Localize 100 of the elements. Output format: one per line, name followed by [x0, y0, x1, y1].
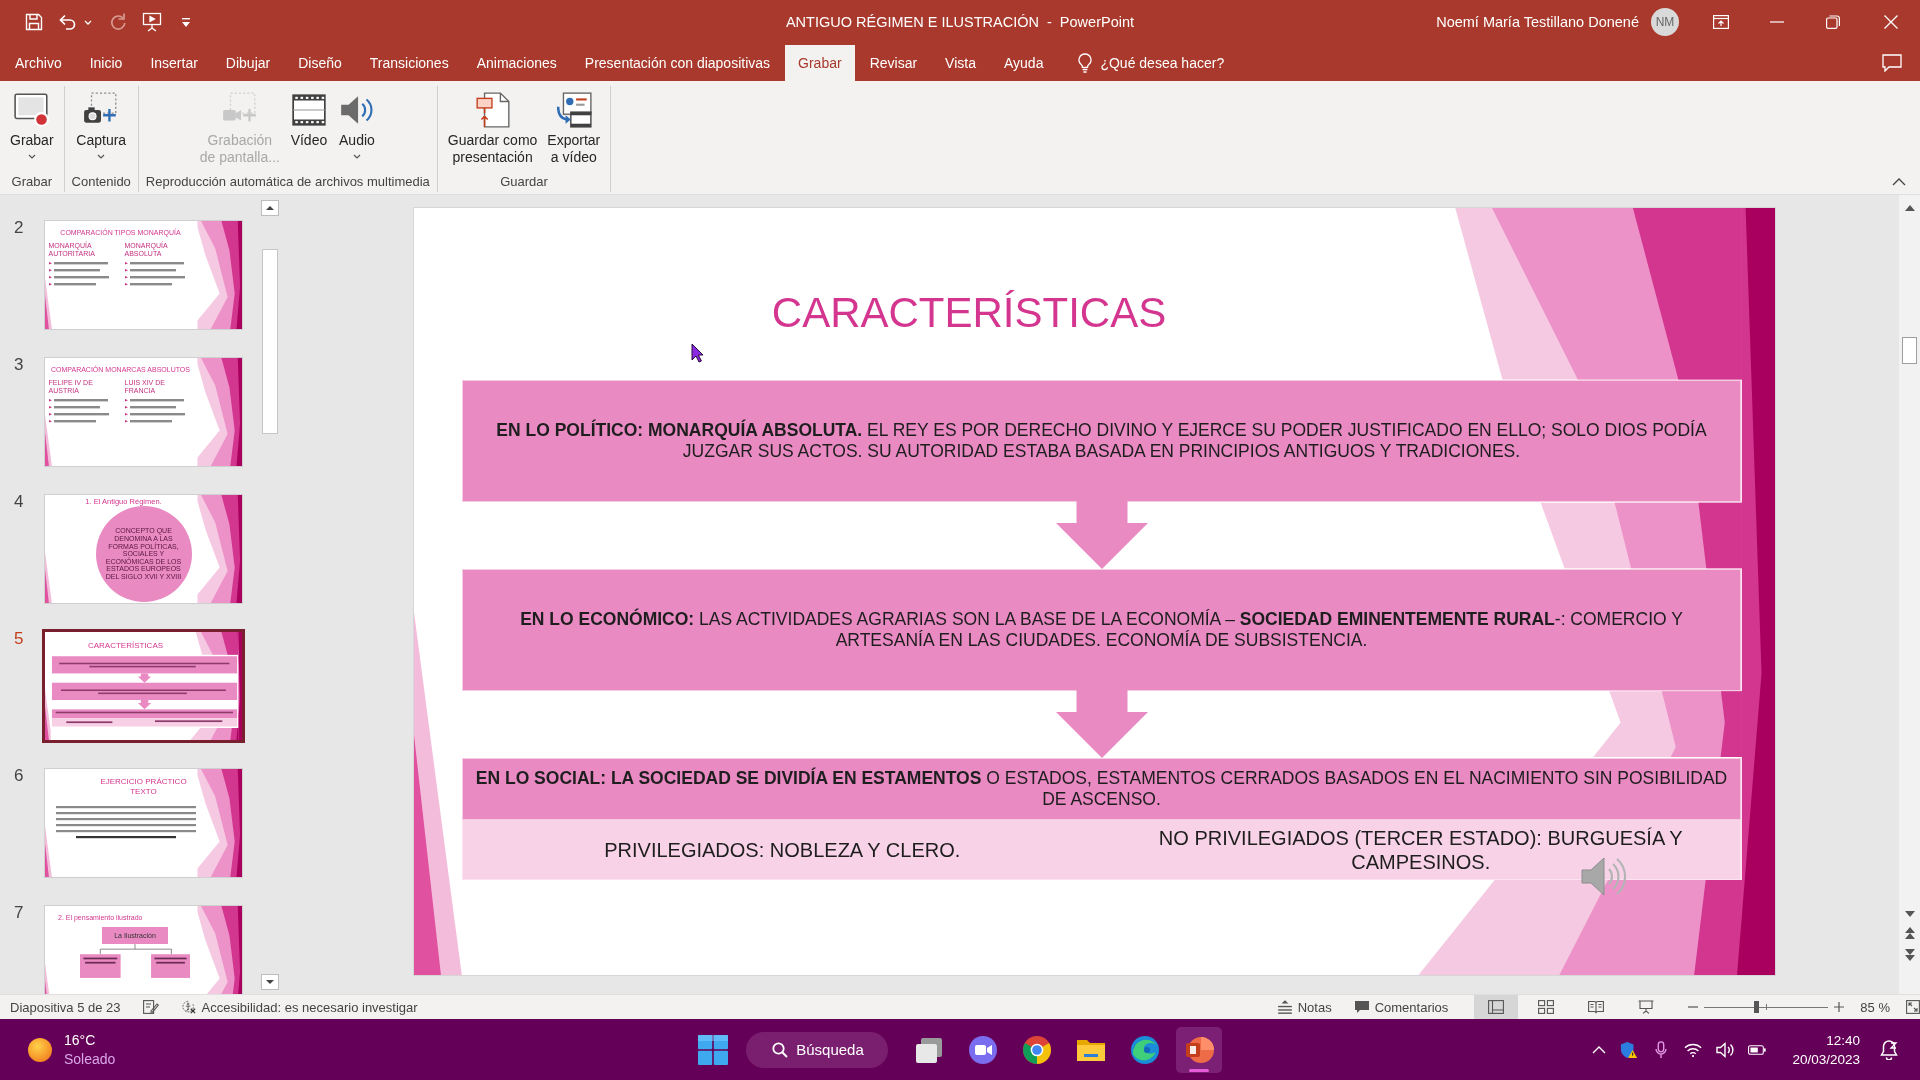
scroll-down-icon[interactable]: [1903, 910, 1916, 918]
chevron-up-icon[interactable]: [1592, 1045, 1607, 1054]
temperature-text: 16°C: [64, 1030, 96, 1050]
previous-slide-icon[interactable]: [1903, 926, 1916, 940]
slide-number: 7: [14, 903, 24, 922]
record-button[interactable]: Grabar: [7, 86, 57, 159]
slide-thumbnail[interactable]: CARACTERÍSTICAS: [42, 629, 245, 743]
normal-view-button[interactable]: [1474, 995, 1519, 1019]
slideshow-icon[interactable]: [142, 12, 162, 32]
slide-film-icon: [554, 91, 593, 129]
group-label: Reproducción automática de archivos multimedia: [145, 173, 430, 191]
bullet-list-drawing: [48, 262, 109, 286]
screenshot-button[interactable]: Captura: [73, 86, 130, 159]
notes-button[interactable]: Notas: [1276, 999, 1332, 1015]
ribbon-tab[interactable]: Vista: [932, 45, 989, 81]
notification-bell-icon[interactable]: [1880, 1039, 1898, 1060]
group-label: Guardar: [500, 173, 548, 191]
ribbon-tab[interactable]: Presentación con diapositivas: [571, 45, 784, 81]
panel-text: EN LO ECONÓMICO: LAS ACTIVIDADES AGRARIAS SON LA BASE DE LA ECONOMÍA – SOCIEDAD EMINENTEMENTE RURAL-: COMERCIO Y ARTESANÍA EN LAS CIUDADES. ECONOMÍA DE SUBSISTENCIA.: [519, 609, 1684, 651]
thumbnail-title: EJERCICIO PRÁCTICO TEXTO: [99, 777, 188, 797]
close-icon[interactable]: [1884, 15, 1898, 29]
ribbon-tab[interactable]: Grabar: [785, 45, 855, 81]
bullet-list-drawing: [48, 399, 109, 423]
ribbon-tab[interactable]: Diseño: [285, 45, 355, 81]
grid-icon: [1538, 1000, 1555, 1014]
estate-label: NO PRIVILEGIADOS (TERCER ESTADO): BURGUESÍA Y CAMPESINOS.: [1157, 825, 1684, 874]
document-easel-icon: [473, 91, 512, 129]
zoom-in-icon[interactable]: [1834, 1002, 1845, 1012]
slide-number: 6: [14, 766, 24, 785]
user-avatar[interactable]: NM: [1651, 8, 1679, 36]
ribbon-tab[interactable]: Transiciones: [356, 45, 462, 81]
panel-text: EN LO SOCIAL: LA SOCIEDAD SE DIVIDÍA EN ESTAMENTOS O ESTADOS, ESTAMENTOS CERRADOS BASADOS EN EL NACIMIENTO SIN POSIBILIDAD DE ASCENSO.: [474, 768, 1729, 810]
ribbon-tab[interactable]: Inicio: [76, 45, 136, 81]
background-facets-drawing: [195, 632, 239, 655]
edge-browser-icon: [1129, 1034, 1160, 1065]
scroll-up-icon[interactable]: [1903, 204, 1916, 212]
scroll-thumb[interactable]: [1902, 337, 1917, 364]
collapse-ribbon-icon[interactable]: [1892, 178, 1906, 186]
slide-counter: Diapositiva 5 de 23: [10, 999, 121, 1015]
volume-icon[interactable]: [1716, 1040, 1735, 1059]
comments-button[interactable]: Comentarios: [1353, 999, 1449, 1015]
powerpoint-icon: [1183, 1034, 1214, 1065]
ribbon-tab[interactable]: Revisar: [856, 45, 931, 81]
slider-thumb[interactable]: [1754, 1001, 1760, 1013]
scroll-down-icon[interactable]: [261, 974, 279, 990]
save-as-show-button[interactable]: Guardar como presentación: [444, 86, 541, 166]
customize-icon[interactable]: [182, 17, 190, 27]
audio-button[interactable]: Audio: [334, 86, 379, 159]
windows-start-icon[interactable]: [698, 1034, 729, 1065]
ribbon-display-options-icon[interactable]: [1713, 15, 1729, 29]
group-label: Grabar: [11, 173, 52, 191]
easel-icon: [1638, 1000, 1655, 1014]
taskbar-button[interactable]: [1175, 1026, 1222, 1073]
bullet-list-drawing: [124, 262, 185, 286]
slide-number: 3: [14, 355, 24, 374]
export-video-button[interactable]: Exportar a vídeo: [544, 86, 604, 166]
search-field[interactable]: ¿Qué desea hacer?: [1100, 51, 1251, 74]
lightbulb-icon[interactable]: [1078, 52, 1093, 73]
fit-to-window-icon[interactable]: [1906, 1000, 1920, 1014]
accessibility-icon: [180, 1000, 197, 1014]
taskbar-search-button[interactable]: Búsqueda: [746, 1031, 888, 1068]
clock-time[interactable]: 12:40: [1826, 1030, 1860, 1050]
thumbnail-title: CARACTERÍSTICAS: [87, 641, 164, 650]
ribbon-tab[interactable]: Dibujar: [212, 45, 284, 81]
sun-icon[interactable]: [28, 1037, 52, 1062]
ribbon-tab[interactable]: Archivo: [2, 45, 75, 81]
ribbon-tab[interactable]: Ayuda: [990, 45, 1057, 81]
video-call-icon: [967, 1034, 998, 1065]
video-button[interactable]: Vídeo: [286, 86, 331, 149]
chrome-browser-icon: [1021, 1034, 1052, 1065]
shield-warning-icon[interactable]: [1620, 1040, 1639, 1059]
slide-title: CARACTERÍSTICAS: [771, 288, 1167, 338]
normal-view-icon: [1488, 1000, 1505, 1014]
zoom-level-button[interactable]: 85 %: [1860, 999, 1890, 1015]
clock-date[interactable]: 20/03/2023: [1792, 1049, 1860, 1069]
search-icon: [772, 1041, 789, 1058]
restore-icon[interactable]: [1826, 15, 1840, 29]
next-slide-icon[interactable]: [1903, 948, 1916, 962]
slide-number: 5: [14, 629, 24, 648]
window-title: ANTIGUO RÉGIMEN E ILUSTRACIÓN - PowerPoint: [785, 14, 1135, 30]
estate-label: PRIVILEGIADOS: NOBLEZA Y CLERO.: [604, 837, 961, 862]
slide-thumbnail[interactable]: EJERCICIO PRÁCTICO TEXTO: [44, 768, 243, 878]
scroll-up-icon[interactable]: [261, 200, 279, 216]
slide-number: 4: [14, 492, 24, 511]
caret-icon[interactable]: [84, 19, 92, 25]
scroll-thumb[interactable]: [262, 249, 278, 434]
group-label: Contenido: [71, 173, 131, 191]
background-facets-drawing: [190, 728, 239, 740]
panel-text: EN LO POLÍTICO: MONARQUÍA ABSOLUTA. EL REY ES POR DERECHO DIVINO Y EJERCE SU PODER JUSTIFICADO EN ELLO; SOLO DIOS PODÍA JUZGAR SUS ACTOS. SU AUTORIDAD ESTABA BASADA EN PRINCIPIOS ANTIGUOS Y TRADICIONES.: [495, 420, 1708, 462]
ribbon-tab[interactable]: Insertar: [137, 45, 211, 81]
accessibility-button[interactable]: Accesibilidad: es necesario investigar: [180, 999, 418, 1015]
notes-edit-icon[interactable]: [142, 1000, 159, 1014]
active-app-indicator: [1188, 1068, 1209, 1072]
user-name[interactable]: Noemí María Testillano Donené: [1436, 14, 1639, 30]
notes-icon: [1276, 1000, 1293, 1014]
speech-bubble-icon: [1353, 1000, 1370, 1014]
comments-icon[interactable]: [1882, 53, 1902, 72]
save-icon[interactable]: [24, 12, 44, 32]
ribbon-tab[interactable]: Animaciones: [463, 45, 570, 81]
undo-icon[interactable]: [58, 12, 78, 32]
